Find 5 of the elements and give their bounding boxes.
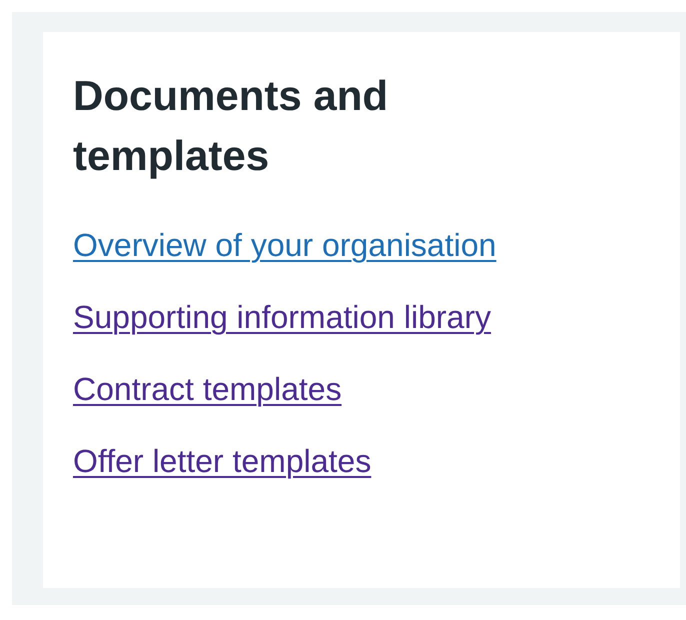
panel-title: Documents and templates [73,71,390,181]
document-link[interactable]: Offer letter templates [73,438,372,484]
document-link[interactable]: Overview of your organisation [73,222,496,268]
document-link[interactable]: Supporting information library [73,294,491,340]
document-link[interactable]: Contract templates [73,366,342,412]
